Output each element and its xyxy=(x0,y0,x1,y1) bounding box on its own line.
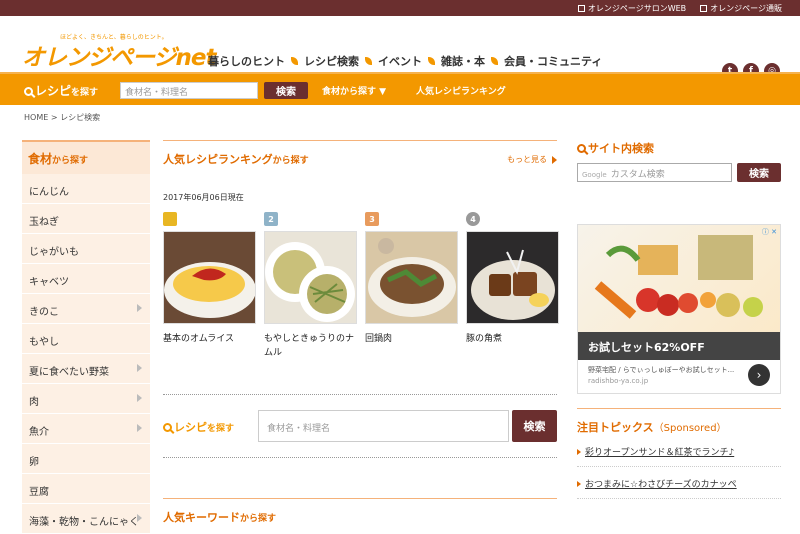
ad-info-icon[interactable]: ⓘ ✕ xyxy=(762,227,777,237)
ranking-header: 人気レシピランキングから探す もっと見る xyxy=(163,140,557,174)
ranking-link[interactable]: 人気レシピランキング xyxy=(416,84,506,97)
ingredient-item[interactable]: きのこ xyxy=(22,294,150,324)
ingredient-item[interactable]: 海藻・乾物・こんにゃく xyxy=(22,504,150,534)
ingredient-item[interactable]: 豆腐 xyxy=(22,474,150,504)
recipe-name[interactable]: 豚の角煮 xyxy=(466,332,559,346)
ingredient-item[interactable]: 卵 xyxy=(22,444,150,474)
salon-web-link[interactable]: オレンジページサロンWEB xyxy=(577,3,686,14)
ranking-date: 2017年06月06日現在 xyxy=(163,193,244,202)
ingredient-nav-title: 食材から探す xyxy=(22,140,150,174)
ingredient-item[interactable]: もやし xyxy=(22,324,150,354)
topics-section: 注目トピックス（Sponsored） 彩りオープンサンド＆紅茶でランチ♪ おつま… xyxy=(577,408,781,499)
crown-icon xyxy=(163,212,177,226)
chevron-right-icon xyxy=(137,364,142,372)
rank-badge: 2 xyxy=(264,212,278,226)
divider xyxy=(163,394,557,395)
rank-badge: 4 xyxy=(466,212,480,226)
leaf-icon xyxy=(491,57,498,65)
site-search-input[interactable]: Google カスタム検索 xyxy=(577,163,732,182)
arrow-right-icon xyxy=(577,480,581,487)
topics-title: 注目トピックス（Sponsored） xyxy=(577,421,727,434)
chevron-right-icon[interactable]: › xyxy=(748,364,770,386)
divider xyxy=(163,457,557,458)
recipe-image-namul[interactable] xyxy=(264,231,357,324)
main-content: 人気レシピランキングから探す もっと見る xyxy=(163,140,557,174)
recipe-card[interactable]: 2 もやしときゅうりのナムル xyxy=(264,212,357,360)
ingredient-item[interactable]: キャベツ xyxy=(22,264,150,294)
chevron-right-icon xyxy=(137,304,142,312)
site-logo[interactable]: オレンジページnet xyxy=(22,38,217,72)
nav-item-recipe[interactable]: レシピ検索 xyxy=(304,53,378,69)
chevron-right-icon xyxy=(137,394,142,402)
chevron-right-icon xyxy=(137,424,142,432)
ingredient-item[interactable]: 夏に食べたい野菜 xyxy=(22,354,150,384)
leaf-icon xyxy=(291,57,298,65)
nav-item-member[interactable]: 会員・コミュニティ xyxy=(504,53,602,69)
leaf-icon xyxy=(428,57,435,65)
recipe-name[interactable]: もやしときゅうりのナムル xyxy=(264,332,357,360)
search-icon xyxy=(24,87,33,96)
external-link-icon xyxy=(577,4,585,12)
more-link[interactable]: もっと見る xyxy=(507,154,557,165)
ranking-cards: 基本のオムライス 2 もやしときゅうりのナムル 3 回鍋肉 4 豚の角煮 xyxy=(163,212,559,360)
advertisement[interactable]: ⓘ ✕ お試しセット62%OFF 野菜宅配 / らでぃっしゅぼーやお試しセット.… xyxy=(577,224,781,394)
site-search-title: サイト内検索 xyxy=(577,140,781,156)
chevron-right-icon xyxy=(137,514,142,522)
ingredient-item[interactable]: 玉ねぎ xyxy=(22,204,150,234)
recipe-card[interactable]: 3 回鍋肉 xyxy=(365,212,458,360)
nav-item-hints[interactable]: 暮らしのヒント xyxy=(208,53,304,69)
top-utility-bar: オレンジページサロンWEB オレンジページ通販 xyxy=(0,0,800,16)
recipe-search-box: レシピを探す 食材名・料理名 検索 xyxy=(163,410,557,442)
recipe-search-input[interactable]: 食材名・料理名 xyxy=(258,410,509,442)
site-header: ほどよく、きちんと、暮らしのヒント。 オレンジページnet 暮らしのヒント レシ… xyxy=(0,16,800,79)
recipe-image-hoikoro[interactable] xyxy=(365,231,458,324)
external-link-icon xyxy=(700,4,708,12)
site-search-button[interactable]: 検索 xyxy=(737,163,781,182)
recipe-name[interactable]: 基本のオムライス xyxy=(163,332,256,346)
recipe-search-title: レシピを探す xyxy=(163,419,234,435)
ingredient-item[interactable]: じゃがいも xyxy=(22,234,150,264)
leaf-icon xyxy=(365,57,372,65)
shop-link[interactable]: オレンジページ通販 xyxy=(700,3,782,14)
keyword-section-title: 人気キーワードから探す xyxy=(163,498,557,525)
recipe-search-bar: レシピを探す 食材名・料理名 検索 食材から探す ▼ 人気レシピランキング xyxy=(0,72,800,105)
ingredient-item[interactable]: 魚介 xyxy=(22,414,150,444)
ingredient-nav: 食材から探す にんじん 玉ねぎ じゃがいも キャベツ きのこ もやし 夏に食べた… xyxy=(22,140,150,534)
recipe-image-omurice[interactable] xyxy=(163,231,256,324)
search-bar-title: レシピを探す xyxy=(24,82,98,99)
search-icon xyxy=(163,423,172,432)
nav-item-magazine[interactable]: 雑誌・本 xyxy=(441,53,504,69)
arrow-right-icon xyxy=(577,448,581,455)
arrow-right-icon xyxy=(552,155,557,164)
recipe-name[interactable]: 回鍋肉 xyxy=(365,332,458,346)
recipe-card[interactable]: 4 豚の角煮 xyxy=(466,212,559,360)
breadcrumb-current: レシピ検索 xyxy=(60,113,101,122)
breadcrumb-home[interactable]: HOME xyxy=(24,113,48,122)
breadcrumb: HOME > レシピ検索 xyxy=(24,113,101,122)
ingredient-item[interactable]: にんじん xyxy=(22,174,150,204)
ingredient-dropdown[interactable]: 食材から探す ▼ xyxy=(322,84,386,97)
ad-image[interactable]: ⓘ ✕ xyxy=(578,225,780,332)
right-sidebar: サイト内検索 Google カスタム検索 検索 ⓘ ✕ お試しセット62%OFF … xyxy=(577,140,781,394)
main-nav: 暮らしのヒント レシピ検索 イベント 雑誌・本 会員・コミュニティ xyxy=(208,53,602,69)
search-button[interactable]: 検索 xyxy=(264,82,308,99)
search-icon xyxy=(577,144,586,153)
nav-item-event[interactable]: イベント xyxy=(378,53,441,69)
topic-link[interactable]: 彩りオープンサンド＆紅茶でランチ♪ xyxy=(577,445,781,467)
ad-headline[interactable]: お試しセット62%OFF xyxy=(578,332,780,360)
recipe-card[interactable]: 基本のオムライス xyxy=(163,212,256,360)
recipe-image-kakuni[interactable] xyxy=(466,231,559,324)
recipe-search-button[interactable]: 検索 xyxy=(512,410,557,442)
ingredient-item[interactable]: 肉 xyxy=(22,384,150,414)
ranking-title: 人気レシピランキングから探す xyxy=(163,153,309,166)
rank-badge: 3 xyxy=(365,212,379,226)
search-input[interactable]: 食材名・料理名 xyxy=(120,82,258,99)
topic-link[interactable]: おつまみに☆わさびチーズのカナッペ xyxy=(577,477,781,499)
